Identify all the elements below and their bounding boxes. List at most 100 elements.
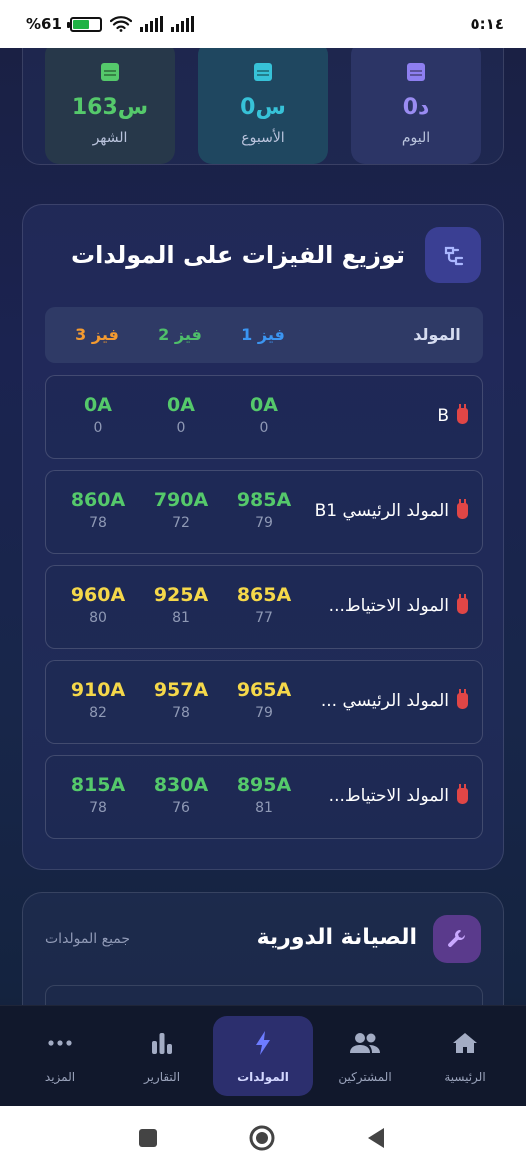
phase-2-value: 790A 72 [141,489,221,531]
column-phase-3: فيز 3 [75,325,119,344]
circle-icon [249,1125,275,1150]
stat-value: 163س [71,95,149,120]
amp-count: 76 [172,800,190,816]
generator-filter[interactable]: جميع المولدات [45,931,130,947]
phase-2-value: 957A 78 [141,679,221,721]
amp-count: 80 [89,610,107,626]
amp-value: 960A [70,584,126,606]
amp-count: 78 [172,705,190,721]
amp-value: 910A [70,679,126,701]
nav-more[interactable]: المزيد [10,1016,110,1096]
square-icon [139,1128,157,1147]
plug-icon [457,594,468,614]
phase-3-value: 910A 82 [58,679,138,721]
amp-count: 0 [176,420,186,436]
nav-reports[interactable]: التقارير [112,1016,212,1096]
stat-label: الشهر [92,130,128,146]
amp-value: 985A [236,489,292,511]
calendar-icon [101,63,119,81]
back-button[interactable] [346,1106,406,1169]
users-icon [349,1030,381,1056]
phase-1-value: 985A 79 [224,489,304,531]
stat-week: 0س الأسبوع [198,41,328,164]
amp-value: 0A [84,394,112,416]
calendar-icon [407,63,425,81]
status-bar: %61 ٥:١٤ [0,0,526,48]
plug-icon [425,227,481,283]
generator-label: المولد الرئيسي ... [320,691,449,711]
generator-row[interactable]: المولد الاحتياط... 895A 81 830A 76 815A 78 [45,755,483,839]
phase-distribution-card: توزيع الفيزات على المولدات المولد فيز 1 … [22,204,504,870]
amp-count: 79 [255,515,273,531]
home-button[interactable] [232,1106,292,1169]
card-title: توزيع الفيزات على المولدات [71,241,405,269]
column-phase-2: فيز 2 [158,325,202,344]
nav-home[interactable]: الرئيسية [415,1016,515,1096]
phase-3-value: 860A 78 [58,489,138,531]
nav-generators[interactable]: المولدات [213,1016,313,1096]
app-screen: 0د اليوم 0س الأسبوع 163س الشهر توزيع الف… [0,0,526,1169]
phase-2-value: 0A 0 [141,394,221,436]
amp-value: 860A [70,489,126,511]
nav-label: المولدات [237,1070,289,1084]
amp-value: 895A [236,774,292,796]
home-icon [452,1030,478,1056]
amp-count: 78 [89,800,107,816]
amp-count: 81 [255,800,273,816]
amp-count: 78 [89,515,107,531]
generator-label: B [437,406,449,426]
generator-name: المولد الرئيسي ... [320,689,468,711]
status-icons: %61 [26,15,194,33]
amp-count: 81 [172,610,190,626]
generator-label: المولد الرئيسي B1 [314,501,449,521]
stat-value: 0س [240,95,286,120]
amp-count: 82 [89,705,107,721]
stat-label: الأسبوع [241,130,285,146]
phase-3-value: 960A 80 [58,584,138,626]
nav-label: المزيد [44,1070,76,1084]
generator-name: B [437,404,468,426]
phase-1-value: 965A 79 [224,679,304,721]
generator-row[interactable]: المولد الرئيسي ... 965A 79 957A 78 910A 82 [45,660,483,744]
amp-count: 0 [259,420,269,436]
generator-name: المولد الاحتياط... [328,784,468,806]
plug-icon [457,689,468,709]
amp-value: 790A [153,489,209,511]
generator-row[interactable]: B 0A 0 0A 0 0A 0 [45,375,483,459]
calendar-icon [254,63,272,81]
plug-icon [457,784,468,804]
amp-count: 72 [172,515,190,531]
signal-icon [139,16,163,32]
battery-fill [72,19,89,29]
system-navigation-bar [0,1106,526,1169]
nav-subscribers[interactable]: المشتركين [315,1016,415,1096]
amp-count: 77 [255,610,273,626]
column-generator: المولد [413,325,461,344]
signal-icon [170,16,194,32]
generator-row[interactable]: المولد الاحتياط... 865A 77 925A 81 960A 80 [45,565,483,649]
wifi-icon [109,16,132,32]
stat-value: 0د [402,95,430,120]
nav-label: التقارير [143,1070,181,1084]
phase-3-value: 815A 78 [58,774,138,816]
clock: ٥:١٤ [470,15,504,33]
amp-value: 965A [236,679,292,701]
amp-value: 830A [153,774,209,796]
phase-3-value: 0A 0 [58,394,138,436]
battery-icon [66,16,102,32]
column-phase-1: فيز 1 [241,325,285,344]
triangle-back-icon [368,1127,384,1148]
phase-1-value: 865A 77 [224,584,304,626]
phase-1-value: 0A 0 [224,394,304,436]
plug-icon [457,404,468,424]
recents-button[interactable] [118,1106,178,1169]
generator-row[interactable]: المولد الرئيسي B1 985A 79 790A 72 860A 78 [45,470,483,554]
bolt-icon [254,1030,272,1056]
amp-count: 79 [255,705,273,721]
generator-label: المولد الاحتياط... [328,786,449,806]
bottom-navigation: الرئيسية المشتركين المولدات التقارير الم… [0,1005,526,1106]
generator-name: المولد الرئيسي B1 [314,499,468,521]
more-icon [47,1030,73,1056]
amp-count: 0 [93,420,103,436]
amp-value: 865A [236,584,292,606]
